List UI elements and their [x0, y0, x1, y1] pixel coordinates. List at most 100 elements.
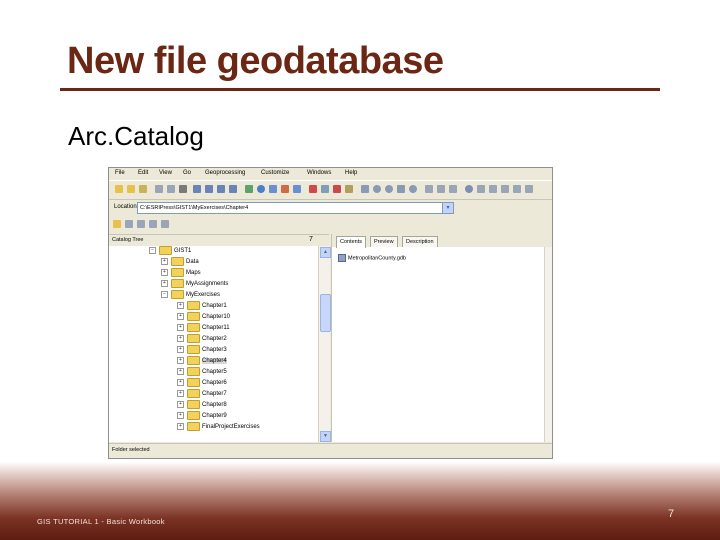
full-extent-icon[interactable]	[409, 185, 417, 193]
folder-icon	[171, 279, 184, 288]
menu-view[interactable]: View	[159, 170, 172, 176]
title-underline	[60, 88, 660, 91]
create-thumbnail-icon[interactable]	[477, 185, 485, 193]
tree-item-selected[interactable]: + Chapter4	[177, 356, 227, 367]
tree-item[interactable]: + Chapter8	[177, 400, 227, 411]
arccatalog-window: File Edit View Go Geoprocessing Customiz…	[108, 167, 553, 459]
tree-item[interactable]: + Chapter10	[177, 312, 230, 323]
disconnect-folder-icon[interactable]	[139, 185, 147, 193]
properties-icon[interactable]	[333, 185, 341, 193]
find-icon[interactable]	[513, 185, 521, 193]
menu-go[interactable]: Go	[183, 170, 191, 176]
expand-icon[interactable]: +	[177, 313, 184, 320]
tree-item[interactable]: + Chapter11	[177, 323, 230, 334]
expand-icon[interactable]: +	[161, 280, 168, 287]
expand-icon[interactable]: +	[177, 368, 184, 375]
pan-icon[interactable]	[397, 185, 405, 193]
menu-file[interactable]: File	[115, 170, 125, 176]
hyperlink-icon[interactable]	[489, 185, 497, 193]
tree-options-icon[interactable]	[149, 220, 157, 228]
delete-icon[interactable]	[179, 185, 187, 193]
expand-icon[interactable]: +	[177, 357, 184, 364]
arctoolbox-icon[interactable]	[281, 185, 289, 193]
location-input[interactable]: C:\ESRIPress\GIST1\MyExercises\Chapter4	[137, 202, 451, 214]
menu-edit[interactable]: Edit	[138, 170, 148, 176]
menu-help[interactable]: Help	[345, 170, 357, 176]
tree-item[interactable]: + Chapter5	[177, 367, 227, 378]
tree-item[interactable]: + Chapter1	[177, 301, 227, 312]
expand-icon[interactable]: +	[177, 401, 184, 408]
tree-refresh-icon[interactable]	[125, 220, 133, 228]
expand-icon[interactable]: +	[177, 324, 184, 331]
folder-icon	[159, 246, 172, 255]
location-dropdown-button[interactable]: ▾	[442, 202, 454, 214]
thumbnails-icon[interactable]	[229, 185, 237, 193]
details-icon[interactable]	[217, 185, 225, 193]
connect-icon[interactable]	[345, 185, 353, 193]
tree-item[interactable]: + Chapter2	[177, 334, 227, 345]
forward-icon[interactable]	[437, 185, 445, 193]
copy-icon[interactable]	[155, 185, 163, 193]
tree-item[interactable]: + Chapter3	[177, 345, 227, 356]
expand-icon[interactable]: +	[177, 390, 184, 397]
tree-item[interactable]: + Maps	[161, 268, 201, 279]
scroll-down-button[interactable]: ▼	[320, 431, 331, 442]
folder-icon	[187, 400, 200, 409]
link-icon[interactable]	[113, 220, 121, 228]
tab-preview[interactable]: Preview	[370, 236, 398, 247]
tree-item[interactable]: + Chapter7	[177, 389, 227, 400]
folder-icon	[171, 290, 184, 299]
expand-icon[interactable]: +	[177, 379, 184, 386]
zoom-in-icon[interactable]	[373, 185, 381, 193]
measure-icon[interactable]	[501, 185, 509, 193]
tree-scrollbar[interactable]: ▲ ▼	[318, 246, 331, 442]
collapse-icon[interactable]: −	[149, 247, 156, 254]
large-icons-icon[interactable]	[193, 185, 201, 193]
expand-icon[interactable]: +	[177, 335, 184, 342]
expand-icon[interactable]: +	[177, 302, 184, 309]
search-icon[interactable]	[257, 185, 265, 193]
list-icon[interactable]	[205, 185, 213, 193]
catalog-tree-icon[interactable]	[269, 185, 277, 193]
tree-folder-icon[interactable]	[161, 220, 169, 228]
menu-customize[interactable]: Customize	[261, 170, 289, 176]
tab-contents[interactable]: Contents	[336, 236, 367, 248]
collapse-icon[interactable]: −	[161, 291, 168, 298]
back-icon[interactable]	[425, 185, 433, 193]
identify-icon[interactable]	[465, 185, 473, 193]
zoom-out-icon[interactable]	[385, 185, 393, 193]
expand-icon[interactable]: +	[161, 269, 168, 276]
menu-windows[interactable]: Windows	[307, 170, 331, 176]
chevron-up-icon: ▲	[323, 249, 328, 255]
expand-icon[interactable]: +	[161, 258, 168, 265]
tree-item[interactable]: + FinalProjectExercises	[177, 422, 260, 433]
launch-arcmap-icon[interactable]	[245, 185, 253, 193]
refresh-icon[interactable]	[449, 185, 457, 193]
paste-icon[interactable]	[167, 185, 175, 193]
expand-icon[interactable]: +	[177, 346, 184, 353]
contents-scrollbar[interactable]	[544, 247, 552, 442]
model-builder-icon[interactable]	[309, 185, 317, 193]
pin-icon[interactable]: 7	[309, 236, 313, 243]
expand-icon[interactable]: +	[177, 412, 184, 419]
tab-description[interactable]: Description	[402, 236, 438, 247]
tree-item[interactable]: − GIST1	[149, 246, 191, 257]
scroll-up-button[interactable]: ▲	[320, 247, 331, 258]
tree-item[interactable]: + Data	[161, 257, 199, 268]
tree-view-icon[interactable]	[137, 220, 145, 228]
tree-item[interactable]: + MyAssignments	[161, 279, 228, 290]
connect-folder-icon[interactable]	[127, 185, 135, 193]
metadata-icon[interactable]	[321, 185, 329, 193]
slide-subtitle: Arc.Catalog	[68, 121, 204, 151]
python-icon[interactable]	[293, 185, 301, 193]
select-tool-icon[interactable]	[361, 185, 369, 193]
preview-icon[interactable]	[525, 185, 533, 193]
tree-item[interactable]: − MyExercises	[161, 290, 220, 301]
tree-item[interactable]: + Chapter9	[177, 411, 227, 422]
tree-item[interactable]: + Chapter6	[177, 378, 227, 389]
expand-icon[interactable]: +	[177, 423, 184, 430]
content-list-item[interactable]: MetropolitanCounty.gdb	[338, 254, 406, 262]
scroll-thumb[interactable]	[320, 294, 331, 332]
menu-geoprocessing[interactable]: Geoprocessing	[205, 170, 245, 176]
up-folder-icon[interactable]	[115, 185, 123, 193]
